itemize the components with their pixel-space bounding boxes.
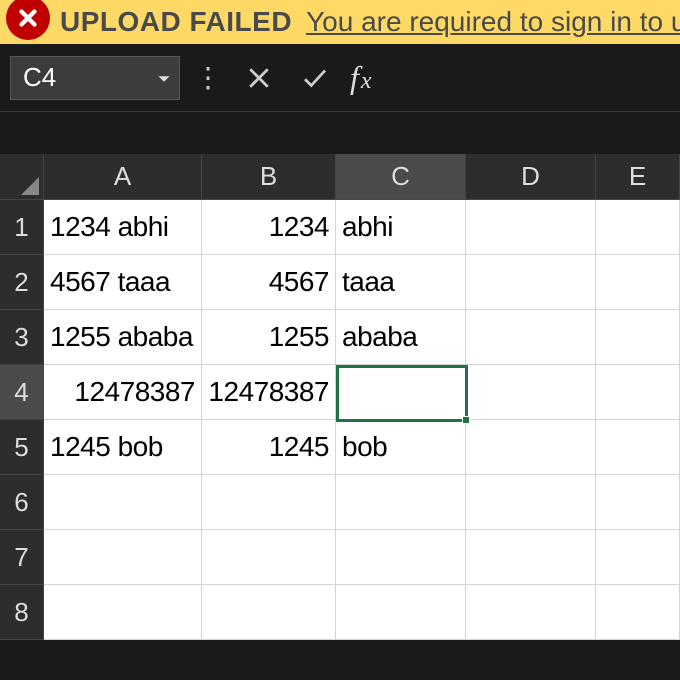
cell-A1[interactable]: 1234 abhi <box>44 200 202 255</box>
confirm-button[interactable] <box>294 57 336 99</box>
table-row: 4 12478387 12478387 <box>0 365 680 420</box>
cell-A5[interactable]: 1245 bob <box>44 420 202 475</box>
active-cell-ref: C4 <box>23 62 56 93</box>
cell-C7[interactable] <box>336 530 466 585</box>
cell-C6[interactable] <box>336 475 466 530</box>
table-row: 5 1245 bob 1245 bob <box>0 420 680 475</box>
cell-E5[interactable] <box>596 420 680 475</box>
cell-A3[interactable]: 1255 ababa <box>44 310 202 365</box>
chevron-down-icon[interactable] <box>157 62 171 93</box>
formula-bar: C4 ⋮ fx <box>0 44 680 112</box>
select-all-corner[interactable] <box>0 154 44 200</box>
column-header-A[interactable]: A <box>44 154 202 200</box>
cancel-button[interactable] <box>238 57 280 99</box>
name-box[interactable]: C4 <box>10 56 180 100</box>
error-icon <box>6 0 50 40</box>
cell-B8[interactable] <box>202 585 336 640</box>
table-row: 6 <box>0 475 680 530</box>
cell-A7[interactable] <box>44 530 202 585</box>
cell-B3[interactable]: 1255 <box>202 310 336 365</box>
cell-D3[interactable] <box>466 310 596 365</box>
cell-E7[interactable] <box>596 530 680 585</box>
column-header-B[interactable]: B <box>202 154 336 200</box>
table-row: 2 4567 taaa 4567 taaa <box>0 255 680 310</box>
cell-C5[interactable]: bob <box>336 420 466 475</box>
column-header-row: A B C D E <box>0 154 680 200</box>
row-header-2[interactable]: 2 <box>0 255 44 310</box>
cell-B1[interactable]: 1234 <box>202 200 336 255</box>
cell-B5[interactable]: 1245 <box>202 420 336 475</box>
cell-C1[interactable]: abhi <box>336 200 466 255</box>
cell-D8[interactable] <box>466 585 596 640</box>
row-header-6[interactable]: 6 <box>0 475 44 530</box>
table-row: 1 1234 abhi 1234 abhi <box>0 200 680 255</box>
spreadsheet-grid[interactable]: A B C D E 1 1234 abhi 1234 abhi 2 4567 t… <box>0 154 680 640</box>
fx-icon: f <box>350 59 359 96</box>
insert-function-button[interactable]: fx <box>350 59 372 96</box>
cell-E4[interactable] <box>596 365 680 420</box>
cell-E6[interactable] <box>596 475 680 530</box>
cell-D2[interactable] <box>466 255 596 310</box>
row-header-3[interactable]: 3 <box>0 310 44 365</box>
table-row: 8 <box>0 585 680 640</box>
cell-D4[interactable] <box>466 365 596 420</box>
check-icon <box>300 63 330 93</box>
cell-C4[interactable] <box>336 365 466 420</box>
cell-A2[interactable]: 4567 taaa <box>44 255 202 310</box>
cell-B6[interactable] <box>202 475 336 530</box>
cell-E2[interactable] <box>596 255 680 310</box>
cell-C8[interactable] <box>336 585 466 640</box>
cell-E1[interactable] <box>596 200 680 255</box>
upload-failed-banner: UPLOAD FAILED You are required to sign i… <box>0 0 680 44</box>
banner-title: UPLOAD FAILED <box>60 6 292 38</box>
cell-B7[interactable] <box>202 530 336 585</box>
cell-A6[interactable] <box>44 475 202 530</box>
toolbar-spacer <box>0 112 680 154</box>
column-header-C[interactable]: C <box>336 154 466 200</box>
table-row: 7 <box>0 530 680 585</box>
cell-D7[interactable] <box>466 530 596 585</box>
cell-A8[interactable] <box>44 585 202 640</box>
more-options-icon[interactable]: ⋮ <box>194 61 224 94</box>
cell-E8[interactable] <box>596 585 680 640</box>
cell-B4[interactable]: 12478387 <box>202 365 336 420</box>
cell-E3[interactable] <box>596 310 680 365</box>
row-header-8[interactable]: 8 <box>0 585 44 640</box>
column-header-D[interactable]: D <box>466 154 596 200</box>
cell-C2[interactable]: taaa <box>336 255 466 310</box>
banner-message-link[interactable]: You are required to sign in to upload yo… <box>306 6 680 38</box>
column-header-E[interactable]: E <box>596 154 680 200</box>
cell-D1[interactable] <box>466 200 596 255</box>
cell-A4[interactable]: 12478387 <box>44 365 202 420</box>
table-row: 3 1255 ababa 1255 ababa <box>0 310 680 365</box>
cell-C3[interactable]: ababa <box>336 310 466 365</box>
cell-B2[interactable]: 4567 <box>202 255 336 310</box>
row-header-1[interactable]: 1 <box>0 200 44 255</box>
row-header-7[interactable]: 7 <box>0 530 44 585</box>
row-header-4[interactable]: 4 <box>0 365 44 420</box>
x-icon <box>244 63 274 93</box>
row-header-5[interactable]: 5 <box>0 420 44 475</box>
cell-D6[interactable] <box>466 475 596 530</box>
cell-D5[interactable] <box>466 420 596 475</box>
